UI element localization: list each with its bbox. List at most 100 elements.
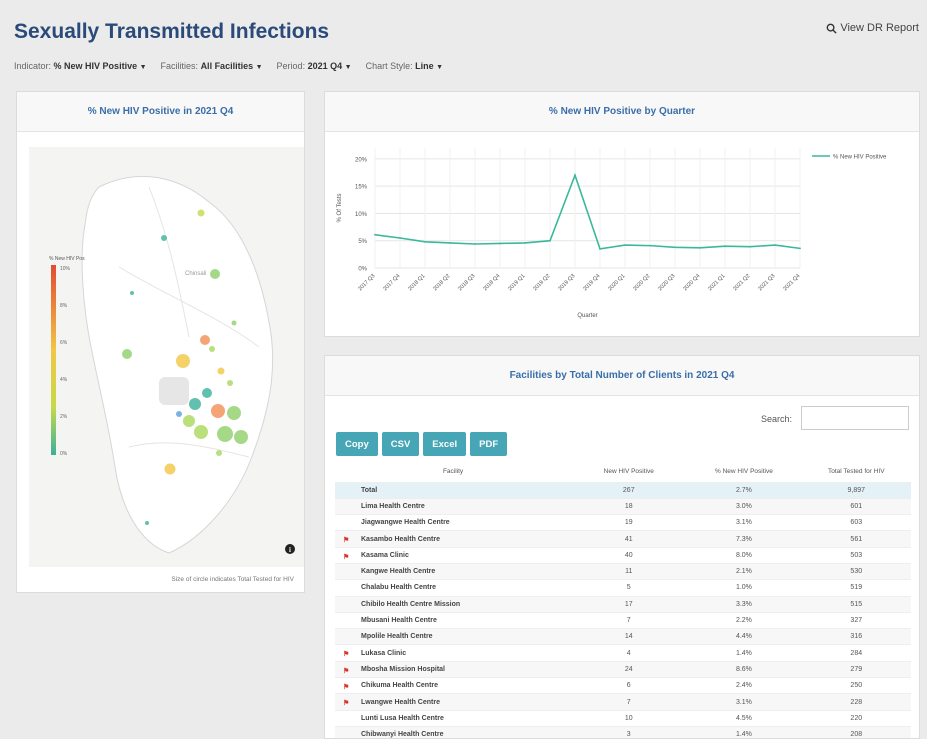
data-point [699,246,701,249]
table-total-row[interactable]: Total 267 2.7% 9,897 [335,481,911,499]
facility-marker[interactable] [210,269,220,279]
cell-total-tested: 603 [801,514,911,531]
table-row[interactable]: Jiagwangwe Health Centre 19 3.1% 603 [335,514,911,531]
facility-marker[interactable] [194,425,208,439]
facility-marker[interactable] [122,349,132,359]
facility-marker[interactable] [161,235,167,241]
table-row[interactable]: Chibilo Health Centre Mission 17 3.3% 515 [335,595,911,613]
copy-button[interactable]: Copy [336,432,378,456]
table-row[interactable]: Mpolile Health Centre 14 4.4% 316 [335,628,911,645]
table-row[interactable]: Lunti Lusa Health Centre 10 4.5% 220 [335,709,911,727]
facility-marker[interactable] [211,404,225,418]
facility-marker[interactable] [176,354,190,368]
table-row[interactable]: Lima Health Centre 18 3.0% 601 [335,497,911,515]
excel-button[interactable]: Excel [423,432,467,456]
cell-facility-text: Chalabu Health Centre [361,584,437,592]
cell-new-positive-text: 18 [624,502,633,510]
cell-facility: ⚑ Mbosha Mission Hospital [335,660,572,678]
facilities-filter[interactable]: Facilities: All Facilities ▼ [161,61,263,71]
cell-pct-positive: 4.5% [686,709,802,727]
table-row[interactable]: ⚑ Kasambo Health Centre 41 7.3% 561 [335,530,911,548]
search-input[interactable] [801,406,909,430]
facility-marker[interactable] [227,380,233,386]
table-title: Facilities by Total Number of Clients in… [325,356,919,396]
cell-new-positive-text: 24 [624,665,633,673]
table-row[interactable]: Chibwanyi Health Centre 3 1.4% 208 [335,725,911,738]
table-row[interactable]: ⚑ Mbosha Mission Hospital 24 8.6% 279 [335,660,911,678]
facility-marker[interactable] [217,426,233,442]
facility-marker[interactable] [202,388,212,398]
facility-map[interactable]: Chinsali % New HIV Pos 10% 8% 6% 4% 2% 0… [29,147,304,567]
facility-marker[interactable] [200,335,210,345]
view-report-link[interactable]: View DR Report [826,22,919,34]
cell-total-tested-text: 316 [850,633,863,641]
cell-pct-positive-text: 3.0% [735,502,752,510]
col-header-total-tested[interactable]: Total Tested for HIV [802,462,911,482]
table-panel: Facilities by Total Number of Clients in… [324,355,920,739]
period-filter[interactable]: Period: 2021 Q4 ▼ [277,61,352,71]
table-body: Total 267 2.7% 9,897 Lima Health Centre 18 3.0… [335,481,911,738]
cell-total-tested: 9,897 [801,481,911,499]
quarter-line-chart[interactable]: 20% 15% 10% 5% 0%2017 Q3 2017 Q4 2018 Q1 2018 Q… [325,133,919,337]
pdf-button[interactable]: PDF [470,432,508,456]
facility-marker[interactable] [217,367,225,375]
facility-marker[interactable] [197,209,205,217]
flag-icon: ⚑ [343,651,350,659]
cell-facility-text: Lwangwe Health Centre [361,698,440,706]
map-canvas[interactable]: Chinsali % New HIV Pos 10% 8% 6% 4% 2% 0… [29,147,304,567]
table-row[interactable]: ⚑ Chikuma Health Centre 6 2.4% 250 [335,677,911,694]
cell-new-positive: 24 [571,660,687,678]
facility-marker[interactable] [234,430,248,444]
flag-icon: ⚑ [343,553,350,561]
table-row[interactable]: ⚑ Lukasa Clinic 4 1.4% 284 [335,644,911,662]
cell-total-tested-text: 503 [850,551,863,559]
table-row[interactable]: Kangwe Health Centre 11 2.1% 530 [335,562,911,580]
cell-facility: Jiagwangwe Health Centre [335,514,572,531]
facility-marker[interactable] [183,415,195,427]
indicator-filter-value: % New HIV Positive [53,61,138,71]
table-row[interactable]: Chalabu Health Centre 5 1.0% 519 [335,579,911,597]
facilities-filter-label: Facilities: [160,61,199,71]
facility-marker[interactable] [176,411,182,417]
facility-marker[interactable] [231,320,237,326]
cell-pct-positive-text: 7.3% [735,535,752,543]
cell-pct-positive: 2.2% [686,611,802,629]
facility-marker[interactable] [209,346,215,352]
x-tick-label: 2020 Q1 [607,273,626,292]
col-header-pct-positive[interactable]: % New HIV Positive [686,462,801,482]
chart-title: % New HIV Positive by Quarter [325,92,919,132]
col-header-new-positive[interactable]: New HIV Positive [571,462,686,482]
caret-down-icon: ▼ [436,64,444,71]
cell-pct-positive-text: 2.7% [735,486,752,494]
col-header-facility[interactable]: Facility [335,462,571,482]
flag-icon: ⚑ [343,667,350,675]
cell-facility: Kangwe Health Centre [335,562,572,580]
facility-marker[interactable] [145,521,149,525]
x-tick-label: 2021 Q4 [782,273,801,292]
info-icon-glyph: i [289,546,291,554]
chart-style-filter[interactable]: Chart Style: Line ▼ [366,61,444,71]
facility-marker[interactable] [227,406,241,420]
cell-facility-text: Total [361,486,378,494]
cell-pct-positive: 1.4% [686,644,802,662]
facility-marker[interactable] [216,450,222,456]
legend-color-bar [51,265,56,455]
table-row[interactable]: Mbusani Health Centre 7 2.2% 327 [335,611,911,629]
map-legend: % New HIV Pos 10% 8% 6% 4% 2% 0% [49,256,85,457]
table-row[interactable]: ⚑ Lwangwe Health Centre 7 3.1% 228 [335,693,911,711]
csv-button[interactable]: CSV [381,432,420,456]
filter-bar: Indicator: % New HIV Positive ▼ Faciliti… [14,61,443,71]
facility-marker[interactable] [164,463,176,475]
cell-pct-positive-text: 2.4% [735,682,752,690]
table-row[interactable]: ⚑ Kasama Clinic 40 8.0% 503 [335,546,911,564]
indicator-filter[interactable]: Indicator: % New HIV Positive ▼ [14,61,147,71]
facility-marker[interactable] [189,398,201,410]
data-point [624,244,626,246]
cell-new-positive-text: 10 [624,714,633,722]
cell-facility-text: Lukasa Clinic [361,649,407,657]
data-point [374,233,376,236]
cell-new-positive-text: 4 [626,649,631,657]
search-icon [826,23,837,34]
cell-pct-positive-text: 3.1% [735,698,752,706]
facility-marker[interactable] [130,291,134,295]
